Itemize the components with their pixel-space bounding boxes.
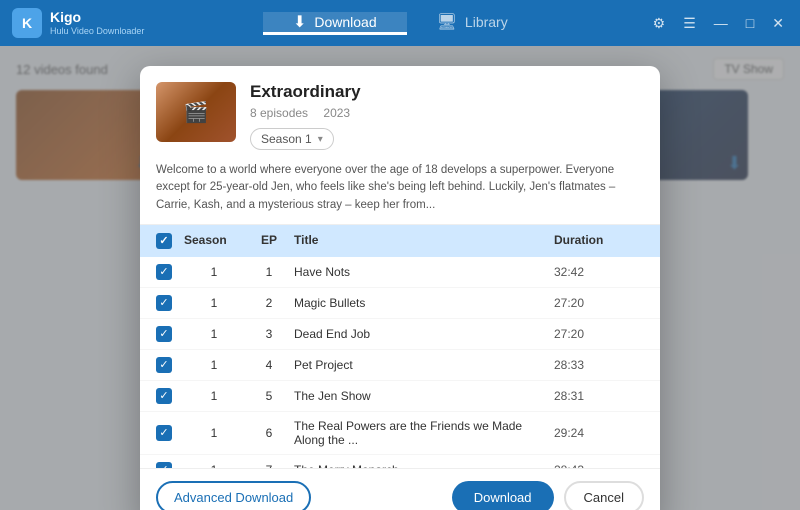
row-season-5: 1 <box>184 389 244 403</box>
row-ep-3: 3 <box>244 327 294 341</box>
table-row: ✓ 1 3 Dead End Job 27:20 <box>140 319 660 350</box>
modal-footer: Advanced Download Download Cancel <box>140 468 660 510</box>
row-title-3: Dead End Job <box>294 327 554 341</box>
row-season-2: 1 <box>184 296 244 310</box>
episodes-count: 8 episodes <box>250 106 308 120</box>
row-season-4: 1 <box>184 358 244 372</box>
app-name: Kigo <box>50 9 144 26</box>
row-season-6: 1 <box>184 426 244 440</box>
row-title-6: The Real Powers are the Friends we Made … <box>294 419 554 447</box>
row-season-1: 1 <box>184 265 244 279</box>
logo-area: K Kigo Hulu Video Downloader <box>12 8 152 38</box>
modal-header: 🎬 Extraordinary 8 episodes 2023 Season 1… <box>140 66 660 162</box>
logo-text: Kigo Hulu Video Downloader <box>50 9 144 37</box>
row-checkbox-6[interactable]: ✓ <box>156 425 172 441</box>
cancel-button[interactable]: Cancel <box>564 481 644 510</box>
download-button[interactable]: Download <box>452 481 554 510</box>
table-row: ✓ 1 4 Pet Project 28:33 <box>140 350 660 381</box>
close-button[interactable]: ✕ <box>768 13 788 34</box>
row-checkbox-1[interactable]: ✓ <box>156 264 172 280</box>
show-description: Welcome to a world where everyone over t… <box>140 162 660 225</box>
button-group: Download Cancel <box>452 481 644 510</box>
season-selector[interactable]: Season 1 ▾ <box>250 128 334 150</box>
app-logo-icon: K <box>12 8 42 38</box>
library-tab-icon: 🖥 <box>437 12 457 32</box>
row-duration-6: 29:24 <box>554 426 644 440</box>
show-year: 2023 <box>323 106 350 120</box>
row-ep-1: 1 <box>244 265 294 279</box>
table-row: ✓ 1 5 The Jen Show 28:31 <box>140 381 660 412</box>
app-subtitle: Hulu Video Downloader <box>50 26 144 37</box>
row-title-2: Magic Bullets <box>294 296 554 310</box>
show-title: Extraordinary <box>250 82 644 102</box>
episodes-table: ✓ Season EP Title Duration ✓ 1 1 Have No… <box>140 225 660 468</box>
download-modal: 🎬 Extraordinary 8 episodes 2023 Season 1… <box>140 66 660 510</box>
row-ep-5: 5 <box>244 389 294 403</box>
table-row: ✓ 1 2 Magic Bullets 27:20 <box>140 288 660 319</box>
nav-tabs: ⬇ Download 🖥 Library <box>152 12 649 35</box>
show-info: Extraordinary 8 episodes 2023 Season 1 ▾ <box>250 82 644 150</box>
show-thumbnail: 🎬 <box>156 82 236 142</box>
modal-overlay: 🎬 Extraordinary 8 episodes 2023 Season 1… <box>0 46 800 510</box>
menu-icon[interactable]: ☰ <box>679 13 700 34</box>
tab-library[interactable]: 🖥 Library <box>407 12 538 35</box>
table-row: ✓ 1 6 The Real Powers are the Friends we… <box>140 412 660 455</box>
settings-icon[interactable]: ⚙ <box>649 13 670 34</box>
advanced-download-button[interactable]: Advanced Download <box>156 481 311 510</box>
tab-download[interactable]: ⬇ Download <box>263 12 407 35</box>
row-duration-3: 27:20 <box>554 327 644 341</box>
row-duration-1: 32:42 <box>554 265 644 279</box>
chevron-down-icon: ▾ <box>318 134 323 145</box>
row-ep-2: 2 <box>244 296 294 310</box>
table-header: ✓ Season EP Title Duration <box>140 225 660 257</box>
header-title: Title <box>294 233 554 249</box>
library-tab-label: Library <box>465 14 508 30</box>
header-duration: Duration <box>554 233 644 249</box>
main-content: 12 videos found TV Show ⬇ ⬇ ⬇ ⬇ ⬇ <box>0 46 800 510</box>
window-controls: ⚙ ☰ — □ ✕ <box>649 13 788 34</box>
app-window: K Kigo Hulu Video Downloader ⬇ Download … <box>0 0 800 510</box>
header-checkbox[interactable]: ✓ <box>156 233 172 249</box>
row-ep-4: 4 <box>244 358 294 372</box>
show-thumbnail-image: 🎬 <box>156 82 236 142</box>
maximize-button[interactable]: □ <box>742 13 758 33</box>
minimize-button[interactable]: — <box>710 13 732 33</box>
row-title-5: The Jen Show <box>294 389 554 403</box>
download-tab-icon: ⬇ <box>293 12 306 32</box>
table-row: ✓ 1 7 The Merry Monarch 28:43 <box>140 455 660 468</box>
title-bar: K Kigo Hulu Video Downloader ⬇ Download … <box>0 0 800 46</box>
season-label: Season 1 <box>261 132 312 146</box>
row-checkbox-2[interactable]: ✓ <box>156 295 172 311</box>
row-ep-6: 6 <box>244 426 294 440</box>
row-duration-4: 28:33 <box>554 358 644 372</box>
row-duration-5: 28:31 <box>554 389 644 403</box>
row-checkbox-4[interactable]: ✓ <box>156 357 172 373</box>
download-tab-label: Download <box>314 14 376 30</box>
header-season: Season <box>184 233 244 249</box>
row-title-1: Have Nots <box>294 265 554 279</box>
row-duration-2: 27:20 <box>554 296 644 310</box>
row-title-4: Pet Project <box>294 358 554 372</box>
show-meta: 8 episodes 2023 <box>250 106 644 120</box>
table-row: ✓ 1 1 Have Nots 32:42 <box>140 257 660 288</box>
row-checkbox-5[interactable]: ✓ <box>156 388 172 404</box>
row-checkbox-3[interactable]: ✓ <box>156 326 172 342</box>
header-ep: EP <box>244 233 294 249</box>
row-season-3: 1 <box>184 327 244 341</box>
